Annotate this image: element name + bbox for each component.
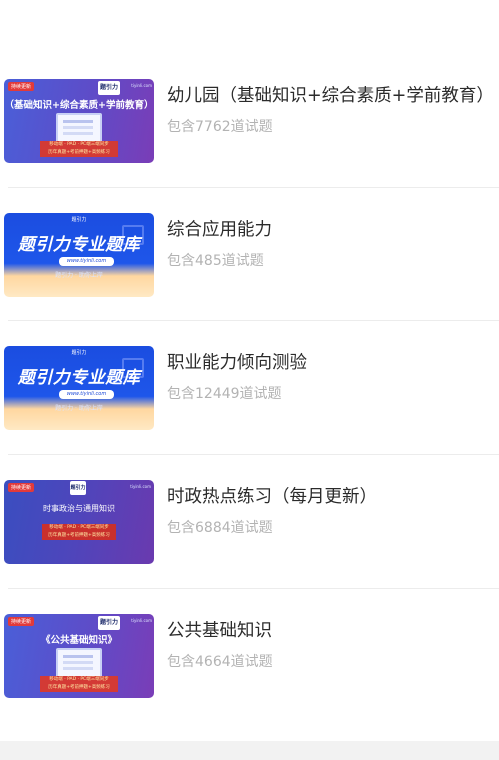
divider (8, 320, 499, 321)
question-count: 包含6884道试题 (167, 520, 273, 536)
update-badge: 持续更新 (8, 483, 35, 492)
thumbnail-slogan: 题引力 · 助你上岸 (55, 405, 103, 412)
thumbnail-slogan: 题引力 · 助你上岸 (55, 272, 103, 279)
thumbnail-url: www.tiyinli.com (59, 390, 114, 399)
brand-logo: 题引力 (98, 81, 120, 95)
list-item[interactable]: 题引力 题引力专业题库 www.tiyinli.com 题引力 · 助你上岸 综… (0, 213, 499, 297)
brand-logo: 题引力 (98, 616, 120, 630)
divider (8, 187, 499, 188)
brand-logo: 题引力 (70, 481, 86, 495)
thumbnail-headline: 题引力专业题库 (17, 235, 141, 255)
divider (8, 588, 499, 589)
brand-logo: 题引力 (71, 350, 87, 356)
divider (8, 454, 499, 455)
thumbnail-url: www.tiyinli.com (59, 257, 114, 266)
list-item[interactable]: 持续更新 题引力 tiyinli.com 时事政治与通用知识 移动端 · PAD… (0, 480, 499, 564)
course-thumbnail[interactable]: 题引力 题引力专业题库 www.tiyinli.com 题引力 · 助你上岸 (4, 346, 154, 430)
brand-logo: 题引力 (71, 217, 87, 223)
course-thumbnail[interactable]: 题引力 题引力专业题库 www.tiyinli.com 题引力 · 助你上岸 (4, 213, 154, 297)
thumbnail-url: tiyinli.com (130, 484, 151, 489)
list-item[interactable]: 题引力 题引力专业题库 www.tiyinli.com 题引力 · 助你上岸 职… (0, 346, 499, 430)
thumbnail-headline: （基础知识+综合素质+学前教育） (4, 100, 154, 111)
list-item[interactable]: 持续更新 tiyinli.com 题引力 （基础知识+综合素质+学前教育） 移动… (0, 79, 499, 163)
thumbnail-url: tiyinli.com (131, 83, 152, 88)
thumbnail-headline: 《公共基础知识》 (40, 635, 117, 646)
thumbnail-headline: 时事政治与通用知识 (43, 504, 115, 513)
course-thumbnail[interactable]: 持续更新 题引力 tiyinli.com 时事政治与通用知识 移动端 · PAD… (4, 480, 154, 564)
question-count: 包含12449道试题 (167, 386, 282, 402)
item-title[interactable]: 幼儿园（基础知识+综合素质+学前教育） (167, 82, 494, 107)
question-count: 包含4664道试题 (167, 654, 273, 670)
course-thumbnail[interactable]: 持续更新 tiyinli.com 题引力 （基础知识+综合素质+学前教育） 移动… (4, 79, 154, 163)
laptop-illustration (56, 113, 102, 143)
update-badge: 持续更新 (8, 82, 35, 91)
thumbnail-banner: 移动端 · PAD · PC端三端同步 历年真题+考前押题+高频练习 (42, 524, 116, 540)
thumbnail-url: tiyinli.com (131, 618, 152, 623)
bottom-strip (0, 741, 499, 760)
thumbnail-banner: 移动端 · PAD · PC端三端同步 历年真题+考前押题+高频练习 (40, 676, 118, 692)
thumbnail-banner: 移动端 · PAD · PC端三端同步 历年真题+考前押题+高频练习 (40, 141, 118, 157)
item-title[interactable]: 职业能力倾向测验 (167, 349, 307, 374)
question-count: 包含7762道试题 (167, 119, 273, 135)
question-count: 包含485道试题 (167, 253, 264, 269)
list-item[interactable]: 持续更新 tiyinli.com 题引力 《公共基础知识》 移动端 · PAD … (0, 614, 499, 698)
update-badge: 持续更新 (8, 617, 35, 626)
thumbnail-headline: 题引力专业题库 (17, 368, 141, 388)
item-title[interactable]: 综合应用能力 (167, 216, 272, 241)
item-title[interactable]: 公共基础知识 (167, 617, 272, 642)
item-title[interactable]: 时政热点练习（每月更新） (167, 483, 377, 508)
course-thumbnail[interactable]: 持续更新 tiyinli.com 题引力 《公共基础知识》 移动端 · PAD … (4, 614, 154, 698)
laptop-illustration (56, 648, 102, 678)
